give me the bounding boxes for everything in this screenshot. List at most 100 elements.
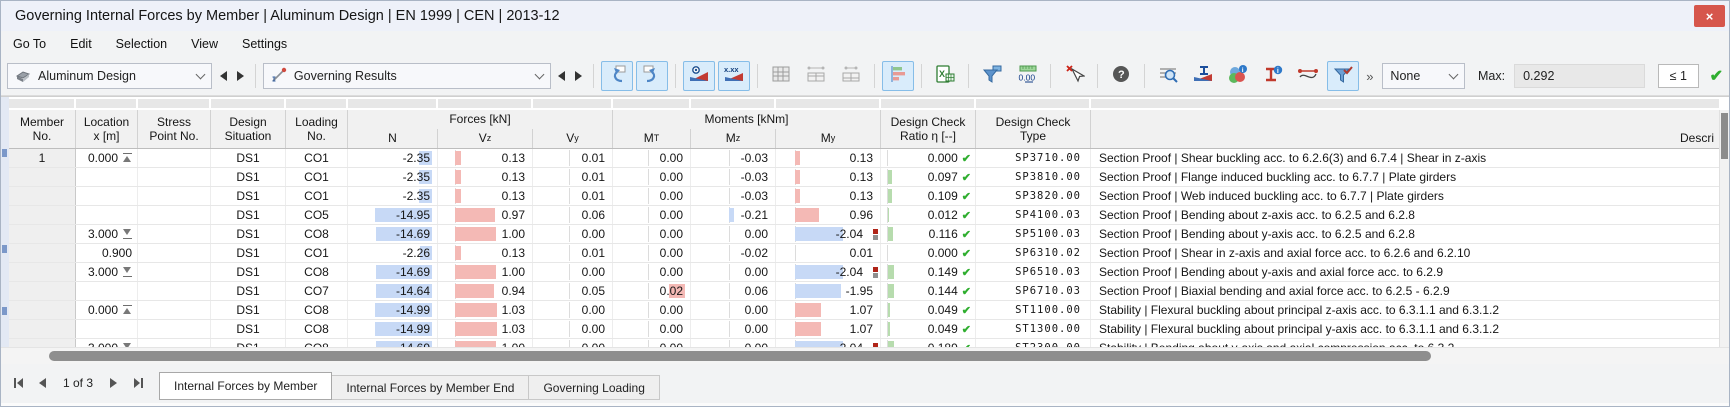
table-row[interactable]: 3.000DS1CO8-14.691.000.000.000.00-2.040.… <box>9 225 1719 244</box>
max-value-field[interactable]: 0.292 <box>1514 64 1645 88</box>
member-no-cell <box>9 339 76 347</box>
design-check-type-cell: SP3710.00 <box>976 149 1091 167</box>
next-table-button[interactable] <box>107 376 121 390</box>
member-info-button[interactable]: i <box>1257 61 1289 91</box>
moment-mt-cell: 0.00 <box>613 149 691 167</box>
menu-item-selection[interactable]: Selection <box>116 37 167 51</box>
table-row[interactable]: DS1CO5-14.950.970.060.00-0.210.960.012✔S… <box>9 206 1719 225</box>
design-case-prev-button[interactable] <box>215 64 230 88</box>
results-combobox[interactable]: Governing Results <box>263 63 551 89</box>
result-bars-button[interactable] <box>882 61 914 91</box>
design-situation-cell: DS1 <box>211 263 286 281</box>
menu-item-edit[interactable]: Edit <box>70 37 92 51</box>
table-row[interactable]: 0.000DS1CO8-14.991.030.000.000.001.070.0… <box>9 301 1719 320</box>
results-prev-button[interactable] <box>554 64 569 88</box>
show-result-values-button[interactable]: x.xx <box>718 61 750 91</box>
toolbar-icon-group: x.xx X 0.00? ii <box>601 61 1359 91</box>
force-vy-cell: 0.01 <box>533 244 613 262</box>
table-row[interactable]: DS1CO1-2.350.130.010.00-0.030.130.097✔SP… <box>9 168 1719 187</box>
horizontal-scrollbar-thumb[interactable] <box>49 351 1431 361</box>
tab-internal-forces-by-member[interactable]: Internal Forces by Member <box>159 372 332 400</box>
vertical-scrollbar[interactable] <box>1719 110 1729 347</box>
show-result-diagrams-button[interactable] <box>683 61 715 91</box>
decimal-places-button[interactable]: 0.00 <box>1011 61 1043 91</box>
design-situation-cell: DS1 <box>211 149 286 167</box>
stress-point-cell <box>138 187 211 205</box>
location-cell: 0.000 <box>76 301 138 319</box>
last-table-button[interactable] <box>131 376 145 390</box>
find-in-table-button[interactable] <box>1152 61 1184 91</box>
help-button[interactable]: ? <box>1105 61 1137 91</box>
close-button[interactable]: × <box>1694 5 1725 27</box>
location-value: 0.900 <box>102 246 132 260</box>
grid-icon <box>770 64 792 89</box>
tab-governing-loading[interactable]: Governing Loading <box>529 375 659 400</box>
eye-ramp-icon <box>688 64 710 89</box>
table-grid-button[interactable] <box>765 61 797 91</box>
moment-mt-cell: 0.00 <box>613 187 691 205</box>
location-cell: 3.000 <box>76 225 138 243</box>
toolbar-overflow-chevron[interactable]: » <box>1366 69 1373 84</box>
value-text: 0.97 <box>502 208 532 222</box>
color-scale-info-button[interactable]: i <box>1222 61 1254 91</box>
vertical-scrollbar-thumb[interactable] <box>1721 113 1728 159</box>
filter-button[interactable] <box>976 61 1008 91</box>
header-n: N <box>348 129 438 148</box>
table-row[interactable]: DS1CO7-14.640.940.050.020.06-1.950.144✔S… <box>9 282 1719 301</box>
moment-mz-cell: -0.21 <box>691 206 776 224</box>
moment-mt-cell: 0.00 <box>613 301 691 319</box>
moment-my-cell: 1.07 <box>776 320 881 338</box>
menu-item-go-to[interactable]: Go To <box>13 37 46 51</box>
value-text: 0.02 <box>660 284 690 298</box>
moment-mz-cell: 0.00 <box>691 263 776 281</box>
design-check-ratio-cell: 0.109✔ <box>881 187 976 205</box>
design-case-combobox[interactable]: Aluminum Design <box>7 63 212 89</box>
result-curve-button[interactable] <box>1292 61 1324 91</box>
table-row[interactable]: 10.000DS1CO1-2.350.130.010.00-0.030.130.… <box>9 149 1719 168</box>
design-case-next-button[interactable] <box>233 64 248 88</box>
menu-item-view[interactable]: View <box>191 37 218 51</box>
table-start-rows-button[interactable] <box>800 61 832 91</box>
tab-internal-forces-by-member-end[interactable]: Internal Forces by Member End <box>332 375 529 400</box>
force-vy-cell: 0.00 <box>533 301 613 319</box>
table-row[interactable]: 3.000DS1CO8-14.691.000.000.000.00-2.040.… <box>9 263 1719 282</box>
menu-item-settings[interactable]: Settings <box>242 37 287 51</box>
design-situation-cell: DS1 <box>211 168 286 186</box>
value-text: 0.06 <box>745 284 775 298</box>
table-pager: 1 of 3 <box>11 376 145 390</box>
first-table-button[interactable] <box>11 376 25 390</box>
table-row[interactable]: DS1CO1-2.350.130.010.00-0.030.130.109✔SP… <box>9 187 1719 206</box>
moment-mz-cell: 0.00 <box>691 301 776 319</box>
value-text: -0.03 <box>741 151 775 165</box>
moment-my-cell: -2.04 <box>776 263 881 281</box>
table-row[interactable]: DS1CO8-14.991.030.000.000.001.070.049✔ST… <box>9 320 1719 339</box>
member-no-cell <box>9 225 76 243</box>
value-text: -2.26 <box>403 246 437 260</box>
location-cell <box>76 168 138 186</box>
next-result-button[interactable] <box>636 61 668 91</box>
filter-check-button[interactable] <box>1327 61 1359 91</box>
filter-combobox[interactable]: None <box>1382 63 1465 89</box>
force-vz-cell: 1.00 <box>438 339 533 347</box>
design-check-ratio-cell: 0.012✔ <box>881 206 976 224</box>
table-row[interactable]: 3.000DS1CO8-14.691.000.000.000.00-2.040.… <box>9 339 1719 347</box>
prev-result-button[interactable] <box>601 61 633 91</box>
check-ok-icon: ✔ <box>962 247 975 260</box>
value-text: 1.00 <box>502 227 532 241</box>
location-value: 0.000 <box>88 303 118 317</box>
results-next-button[interactable] <box>571 64 586 88</box>
prev-table-button[interactable] <box>35 376 49 390</box>
moment-mz-cell: 0.00 <box>691 339 776 347</box>
value-text: 0.13 <box>502 246 532 260</box>
table-row[interactable]: 0.900DS1CO1-2.260.130.010.00-0.020.010.0… <box>9 244 1719 263</box>
horizontal-scrollbar[interactable] <box>1 347 1729 364</box>
value-text: -14.64 <box>396 284 437 298</box>
table-end-rows-button[interactable] <box>835 61 867 91</box>
deselect-button[interactable] <box>1058 61 1090 91</box>
bottom-strip <box>1 403 1729 407</box>
value-text: 1.07 <box>850 303 880 317</box>
member-no-cell <box>9 301 76 319</box>
description-cell: Section Proof | Shear in z-axis and axia… <box>1091 244 1719 262</box>
export-excel-button[interactable]: X <box>929 61 961 91</box>
result-smoothing-button[interactable] <box>1187 61 1219 91</box>
